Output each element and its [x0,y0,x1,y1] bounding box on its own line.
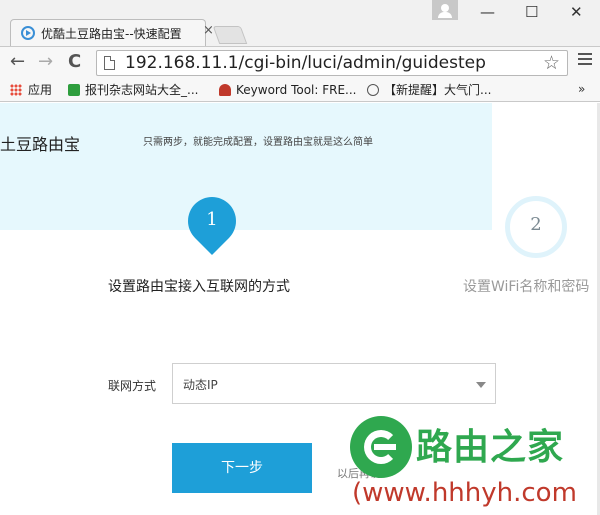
magazine-site-icon [68,84,80,96]
page-icon [104,56,115,70]
apps-grid-icon [10,84,22,96]
tab-close-icon[interactable]: × [203,24,214,38]
step-2-label: 设置WiFi名称和密码 [463,279,590,295]
reload-icon[interactable]: C [68,52,81,72]
address-url[interactable]: 192.168.11.1/cgi-bin/luci/admin/guideste… [125,53,486,73]
tagline: 只需两步，就能完成配置，设置路由宝就是这么简单 [143,137,373,148]
bookmark-star-icon[interactable]: ☆ [543,53,560,73]
bookmark-apps[interactable]: 应用 [10,82,52,98]
connection-method-value: 动态IP [183,378,218,392]
address-bar[interactable]: 192.168.11.1/cgi-bin/luci/admin/guideste… [96,50,568,76]
tab-title: 优酷土豆路由宝--快速配置 [41,27,182,41]
youku-play-icon [21,26,35,40]
bookmarks-overflow-icon[interactable]: » [578,82,585,96]
watermark-logo-icon [350,416,412,478]
step-2-number: 2 [530,214,542,235]
browser-menu-icon[interactable] [578,53,592,65]
bookmark-label: 应用 [28,83,53,97]
minimize-button[interactable]: — [480,4,495,20]
hero-banner [0,103,492,230]
browser-tab[interactable]: 优酷土豆路由宝--快速配置 [10,19,206,46]
chevron-down-icon [476,382,486,388]
user-profile-icon[interactable] [432,0,458,20]
maximize-button[interactable]: ☐ [525,4,538,20]
watermark-url: (www.hhhyh.com [352,478,577,508]
back-arrow-icon[interactable]: ← [10,52,25,72]
connection-method-select[interactable]: 动态IP [172,363,496,404]
step-1-label: 设置路由宝接入互联网的方式 [108,279,290,295]
bookmark-label: 报刊杂志网站大全_... [85,83,199,97]
next-step-button[interactable]: 下一步 [172,443,312,493]
step-1-number: 1 [206,209,218,230]
wordpress-icon [367,84,379,96]
bookmark-reminder[interactable]: 【新提醒】大气门... [367,82,491,98]
browser-titlebar: 优酷土豆路由宝--快速配置 × — ☐ ✕ [0,0,600,46]
bookmark-label: 【新提醒】大气门... [384,83,492,97]
keyword-tool-icon [219,84,231,96]
brand-title: 土豆路由宝 [0,135,81,154]
bookmarks-bar: 应用 报刊杂志网站大全_... Keyword Tool: FRE... 【新提… [0,78,600,102]
bookmark-keyword-tool[interactable]: Keyword Tool: FRE... [219,82,357,98]
connection-method-label: 联网方式 [108,379,157,393]
forward-arrow-icon[interactable]: → [38,52,53,72]
watermark-title: 路由之家 [416,427,565,468]
browser-toolbar: ← → C 192.168.11.1/cgi-bin/luci/admin/gu… [0,46,600,78]
bookmark-magazines[interactable]: 报刊杂志网站大全_... [68,82,198,98]
bookmark-label: Keyword Tool: FRE... [236,83,357,97]
new-tab-button[interactable] [212,26,248,44]
close-window-button[interactable]: ✕ [570,4,583,20]
